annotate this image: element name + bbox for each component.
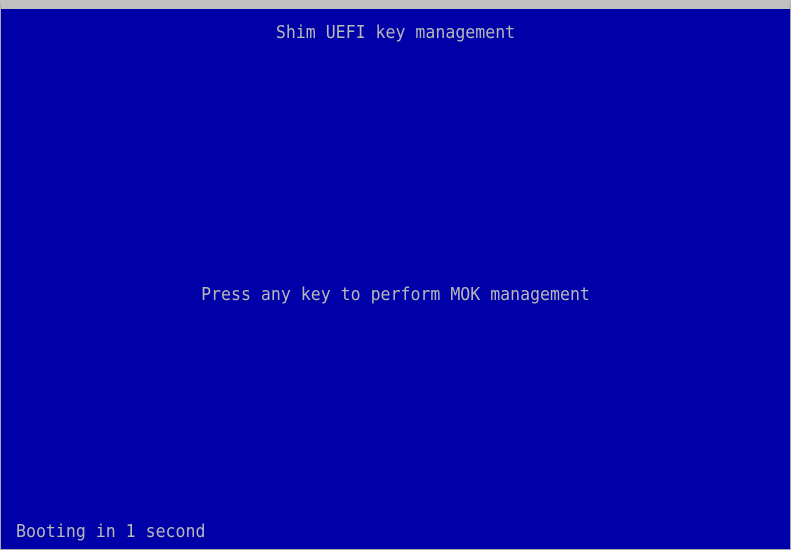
uefi-console-screen[interactable]: Shim UEFI key management Press any key t…: [0, 0, 791, 550]
mok-management-prompt: Press any key to perform MOK management: [201, 284, 590, 305]
boot-countdown-status: Booting in 1 second: [16, 521, 206, 542]
page-title: Shim UEFI key management: [275, 22, 516, 43]
